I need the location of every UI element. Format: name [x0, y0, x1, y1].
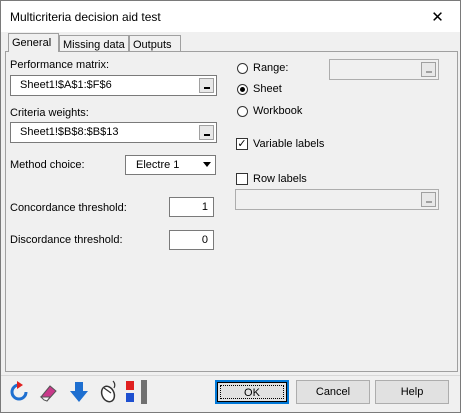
cancel-button[interactable]: Cancel — [296, 380, 370, 404]
help-button-label: Help — [400, 386, 424, 398]
window-title: Multicriteria decision aid test — [10, 10, 161, 24]
mouse-icon — [100, 380, 116, 403]
clear-button[interactable] — [37, 380, 61, 404]
dialog-window: Multicriteria decision aid test ✕ Genera… — [0, 0, 461, 413]
focus-rect — [220, 385, 284, 399]
criteria-weights-value: Sheet1!$B$8:$B$13 — [20, 126, 119, 138]
method-choice-dropdown[interactable]: Electre 1 — [125, 155, 216, 175]
close-button[interactable]: ✕ — [415, 1, 460, 32]
mouse-selection-button[interactable] — [96, 380, 120, 404]
range-output-field[interactable] — [329, 59, 439, 80]
eraser-icon — [39, 385, 57, 402]
color-squares-icon — [126, 380, 147, 404]
performance-matrix-label: Performance matrix: — [10, 59, 110, 71]
concordance-threshold-input[interactable]: 1 — [169, 197, 214, 217]
reset-icon — [10, 381, 28, 401]
tab-general[interactable]: General — [8, 33, 59, 52]
cancel-button-label: Cancel — [315, 386, 351, 398]
tab-outputs[interactable]: Outputs — [129, 35, 181, 52]
footer-divider — [1, 375, 460, 376]
row-labels-label: Row labels — [253, 173, 307, 185]
method-choice-value: Electre 1 — [136, 159, 180, 171]
criteria-weights-select-button[interactable] — [199, 125, 214, 140]
range-radio[interactable] — [237, 63, 248, 74]
discordance-threshold-label: Discordance threshold: — [10, 234, 123, 246]
row-labels-checkbox[interactable] — [236, 173, 248, 185]
performance-matrix-field[interactable]: Sheet1!$A$1:$F$6 — [10, 75, 217, 96]
sheet-radio-label: Sheet — [253, 83, 282, 95]
down-arrow-icon — [70, 382, 88, 402]
method-choice-label: Method choice: — [10, 159, 85, 171]
row-labels-field[interactable] — [235, 189, 439, 210]
variable-labels-checkbox[interactable]: ✓ — [236, 138, 248, 150]
workbook-radio-label: Workbook — [253, 105, 303, 117]
title-bar: Multicriteria decision aid test ✕ — [1, 1, 460, 32]
chevron-down-icon — [203, 162, 211, 167]
row-labels-select-button[interactable] — [421, 192, 436, 207]
reset-button[interactable] — [7, 380, 31, 404]
tab-general-label: General — [12, 37, 52, 49]
range-output-select-button[interactable] — [421, 62, 436, 77]
discordance-threshold-input[interactable]: 0 — [169, 230, 214, 250]
close-icon: ✕ — [431, 8, 444, 26]
criteria-weights-field[interactable]: Sheet1!$B$8:$B$13 — [10, 122, 217, 143]
tab-missing-data-label: Missing data — [63, 39, 125, 51]
move-down-button[interactable] — [67, 380, 91, 404]
range-radio-label: Range: — [253, 62, 289, 74]
checkmark-icon: ✓ — [237, 138, 247, 150]
general-panel: Performance matrix: Sheet1!$A$1:$F$6 Cri… — [5, 51, 458, 372]
tab-outputs-label: Outputs — [133, 39, 172, 51]
performance-matrix-value: Sheet1!$A$1:$F$6 — [20, 79, 112, 91]
concordance-threshold-label: Concordance threshold: — [10, 202, 127, 214]
performance-matrix-select-button[interactable] — [199, 78, 214, 93]
ok-button[interactable]: OK — [215, 380, 289, 404]
criteria-weights-label: Criteria weights: — [10, 107, 89, 119]
help-button[interactable]: Help — [375, 380, 449, 404]
sheet-radio[interactable] — [237, 84, 248, 95]
workbook-radio[interactable] — [237, 106, 248, 117]
variable-labels-label: Variable labels — [253, 138, 325, 150]
tab-missing-data[interactable]: Missing data — [59, 35, 129, 52]
display-options-button[interactable] — [124, 380, 152, 404]
